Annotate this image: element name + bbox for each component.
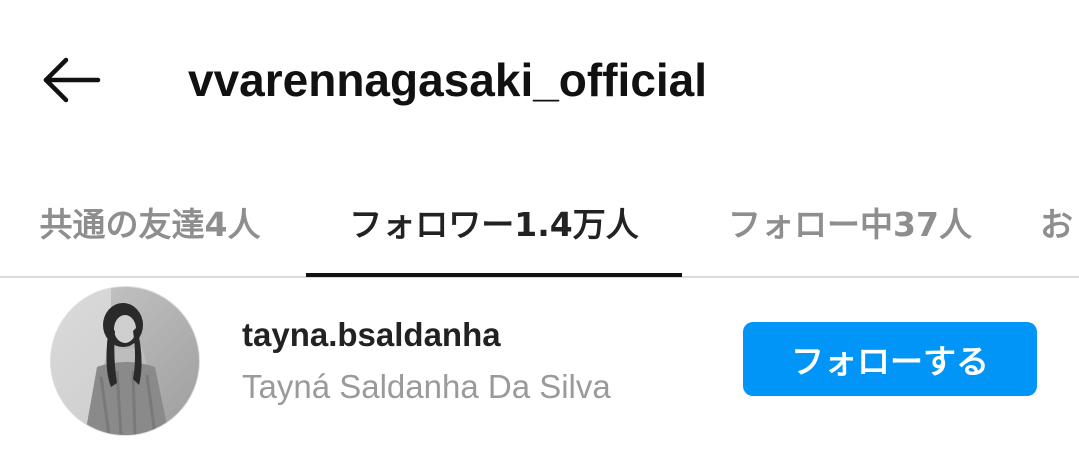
tab-following[interactable]: フォロー中37人 <box>700 168 1000 276</box>
username[interactable]: tayna.bsaldanha <box>242 316 501 354</box>
follow-button[interactable]: フォローする <box>743 322 1037 396</box>
list-item[interactable]: tayna.bsaldanha Tayná Saldanha Da Silva … <box>0 280 1079 449</box>
followers-page: vvarennagasaki_official 共通の友達4人 フォロワー1.4… <box>0 0 1079 449</box>
top-app-bar: vvarennagasaki_official <box>0 0 1079 160</box>
tab-mutual-friends[interactable]: 共通の友達4人 <box>14 168 286 276</box>
tab-more[interactable]: お <box>1030 168 1079 276</box>
active-tab-indicator <box>306 273 682 277</box>
page-title: vvarennagasaki_official <box>188 54 708 106</box>
avatar[interactable] <box>50 286 200 436</box>
profile-photo <box>51 287 199 435</box>
back-button[interactable] <box>30 48 114 112</box>
arrow-left-icon <box>43 57 101 103</box>
tab-bar: 共通の友達4人 フォロワー1.4万人 フォロー中37人 お <box>0 168 1079 278</box>
tab-followers[interactable]: フォロワー1.4万人 <box>306 168 682 276</box>
full-name: Tayná Saldanha Da Silva <box>242 368 611 405</box>
